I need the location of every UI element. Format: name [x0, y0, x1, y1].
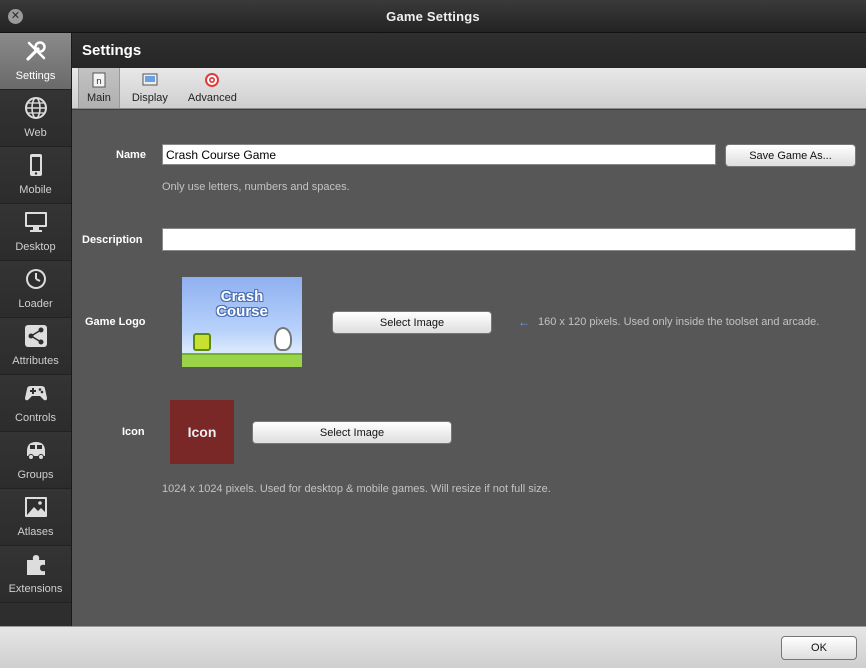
tab-label: Advanced: [187, 92, 237, 104]
sidebar-item-label: Atlases: [17, 526, 54, 538]
wrench-icon: [24, 39, 48, 63]
gamepad-icon: [24, 381, 48, 405]
sidebar-item-extensions[interactable]: Extensions: [0, 546, 71, 603]
globe-icon: [24, 96, 48, 120]
tab-main[interactable]: n Main: [78, 68, 120, 108]
close-icon[interactable]: ✕: [8, 9, 23, 24]
tab-label: Display: [131, 92, 168, 104]
sidebar-item-label: Groups: [17, 469, 54, 481]
main-tab-icon: n: [91, 72, 107, 88]
phone-icon: [24, 153, 48, 177]
tab-bar: n Main Display Advanced: [72, 68, 866, 109]
car-icon: [24, 438, 48, 462]
tab-advanced[interactable]: Advanced: [180, 68, 245, 108]
icon-select-image-button[interactable]: Select Image: [252, 421, 452, 444]
sidebar-item-settings[interactable]: Settings: [0, 33, 71, 90]
sidebar-item-loader[interactable]: Loader: [0, 261, 71, 318]
logo-hint: 160 x 120 pixels. Used only inside the t…: [538, 316, 820, 328]
title-bar: ✕ Game Settings: [0, 0, 866, 33]
game-logo-label: Game Logo: [85, 316, 146, 328]
image-icon: [24, 495, 48, 519]
name-label: Name: [116, 149, 146, 161]
tab-display[interactable]: Display: [124, 68, 176, 108]
sidebar-item-label: Mobile: [19, 184, 52, 196]
game-logo-image: Crash Course: [182, 277, 302, 367]
game-icon-image: Icon: [170, 400, 234, 464]
sidebar-item-groups[interactable]: Groups: [0, 432, 71, 489]
monitor-icon: [24, 210, 48, 234]
left-arrow-icon: ←: [518, 315, 530, 329]
logo-select-image-button[interactable]: Select Image: [332, 311, 492, 334]
sidebar-item-mobile[interactable]: Mobile: [0, 147, 71, 204]
target-icon: [204, 72, 220, 88]
sidebar-item-controls[interactable]: Controls: [0, 375, 71, 432]
ok-button[interactable]: OK: [781, 636, 857, 660]
sidebar-item-attributes[interactable]: Attributes: [0, 318, 71, 375]
logo-character-clown: [274, 327, 292, 351]
sidebar-item-label: Attributes: [12, 355, 59, 367]
sidebar-item-web[interactable]: Web: [0, 90, 71, 147]
name-hint: Only use letters, numbers and spaces.: [162, 181, 350, 193]
clock-icon: [24, 267, 48, 291]
footer: OK: [0, 626, 866, 668]
puzzle-icon: [24, 552, 48, 576]
icon-image-text: Icon: [187, 424, 217, 440]
logo-title-line1: Crash: [220, 288, 264, 305]
name-input[interactable]: [162, 144, 716, 165]
icon-label: Icon: [122, 426, 145, 438]
settings-panel: Name Save Game As... Only use letters, n…: [72, 110, 866, 626]
sidebar-item-label: Desktop: [15, 241, 56, 253]
window-title: Game Settings: [386, 8, 480, 24]
share-icon: [24, 324, 48, 348]
icon-hint: 1024 x 1024 pixels. Used for desktop & m…: [162, 483, 551, 495]
sidebar: Settings Web Mobile Desktop Loader Attri…: [0, 33, 72, 626]
sidebar-item-label: Settings: [15, 70, 56, 82]
tab-label: Main: [87, 92, 111, 104]
sidebar-item-atlases[interactable]: Atlases: [0, 489, 71, 546]
description-label: Description: [82, 234, 143, 246]
logo-character-green: [193, 333, 211, 351]
logo-title-line2: Course: [216, 303, 268, 320]
logo-ground: [182, 353, 302, 367]
display-tab-icon: [142, 72, 158, 88]
save-game-as-button[interactable]: Save Game As...: [725, 144, 856, 167]
sidebar-item-label: Extensions: [8, 583, 63, 595]
sidebar-item-label: Web: [24, 127, 47, 139]
sidebar-item-desktop[interactable]: Desktop: [0, 204, 71, 261]
sidebar-item-label: Loader: [18, 298, 53, 310]
description-input[interactable]: [162, 228, 856, 251]
content-header: Settings: [72, 33, 866, 68]
page-title: Settings: [82, 42, 142, 59]
sidebar-item-label: Controls: [15, 412, 56, 424]
svg-text:n: n: [96, 77, 102, 87]
